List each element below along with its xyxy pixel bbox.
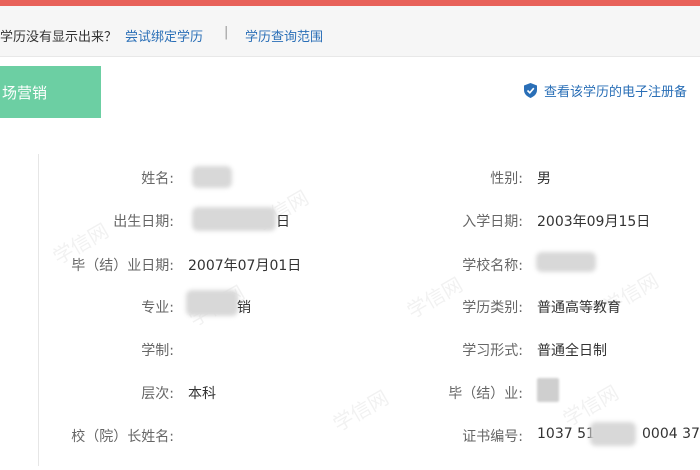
graduation-date-value: 2007年07月01日 [188,258,302,274]
major-label: 专业: [141,300,174,316]
education-type-label: 学历类别: [462,300,523,316]
birth-date-redaction [192,207,276,231]
certificate-number-prefix: 1037 51 [537,426,595,442]
watermark: 学信网 [328,385,393,437]
name-label: 姓名: [141,171,174,187]
certificate-number-redaction [590,422,636,446]
view-electronic-registration-label: 查看该学历的电子注册备 [544,84,688,100]
school-name-label: 学校名称: [462,258,523,274]
duration-label: 学制: [141,343,174,359]
study-mode-value: 普通全日制 [537,343,607,359]
completion-redaction [537,378,559,402]
graduation-date-label: 毕（结）业日期: [71,258,174,274]
study-mode-label: 学习形式: [462,343,523,359]
gender-value: 男 [537,171,551,187]
major-redaction [186,290,238,316]
enroll-date-value: 2003年09月15日 [537,214,651,230]
bind-education-link[interactable]: 尝试绑定学历 [125,26,203,45]
major-value: 销 [237,300,251,316]
notice-separator: | [224,25,229,40]
query-range-link[interactable]: 学历查询范围 [245,26,323,45]
education-type-value: 普通高等教育 [537,300,621,316]
major-tab[interactable]: 场营销 [0,66,101,118]
enroll-date-label: 入学日期: [462,214,523,230]
principal-label: 校（院）长姓名: [71,429,174,445]
completion-label: 毕（结）业: [448,386,523,402]
level-value: 本科 [188,386,216,402]
birth-date-label: 出生日期: [113,214,174,230]
gender-label: 性别: [490,171,523,187]
notice-bar: 学历没有显示出来？ 尝试绑定学历 | 学历查询范围 [0,6,700,57]
name-redaction [192,166,232,188]
certificate-number-suffix: 0004 37 [642,426,700,442]
level-label: 层次: [141,386,174,402]
view-electronic-registration-link[interactable]: 查看该学历的电子注册备 [524,80,687,100]
certificate-number-label: 证书编号: [462,429,523,445]
major-tab-label: 场营销 [2,83,48,102]
birth-date-value: 日 [276,214,290,230]
notice-text: 学历没有显示出来？ [0,30,118,45]
school-name-redaction [536,252,596,272]
shield-check-icon [524,82,537,98]
